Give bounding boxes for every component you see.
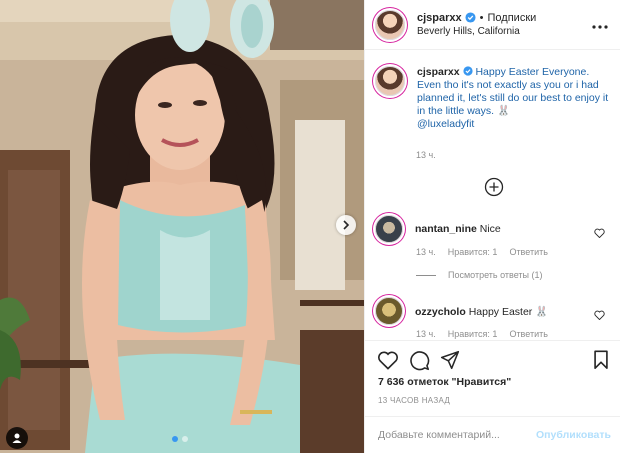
carousel-next-button[interactable] <box>336 215 356 235</box>
post-location[interactable]: Beverly Hills, California <box>417 25 536 39</box>
heart-outline-icon <box>594 310 605 321</box>
post-actions <box>365 340 620 380</box>
post-timestamp[interactable]: 13 ЧАСОВ НАЗАД <box>378 396 450 405</box>
view-replies-button[interactable]: Посмотреть ответы (1) <box>416 270 543 280</box>
carousel-dot-active <box>172 436 178 442</box>
like-comment-button[interactable] <box>594 225 605 243</box>
comment-likes[interactable]: Нравится: 1 <box>448 329 498 339</box>
comment-likes[interactable]: Нравится: 1 <box>448 247 498 257</box>
header-separator: • <box>479 11 484 24</box>
carousel-dot <box>182 436 188 442</box>
replies-divider <box>416 274 436 276</box>
commenter-username[interactable]: ozzycholo <box>415 306 466 318</box>
comment-item: nantan_nine Nice 13 ч. Нравится: 1 Ответ… <box>375 215 615 257</box>
caption: cjsparxx Happy Easter Everyone. Even tho… <box>375 66 615 131</box>
caption-username[interactable]: cjsparxx <box>417 66 460 78</box>
comment-input[interactable] <box>378 429 537 441</box>
heart-outline-icon <box>378 351 398 370</box>
caption-text: cjsparxx Happy Easter Everyone. Even tho… <box>417 66 615 131</box>
load-more-comments-button[interactable] <box>484 177 504 202</box>
save-button[interactable] <box>593 350 609 375</box>
likes-count[interactable]: 7 636 отметок "Нравится" <box>378 376 511 388</box>
like-button[interactable] <box>377 350 399 375</box>
comment-text: Nice <box>479 223 501 235</box>
post-header: cjsparxx • Подписки Beverly Hills, Calif… <box>365 0 620 50</box>
author-username[interactable]: cjsparxx <box>417 11 462 25</box>
commenter-username[interactable]: nantan_nine <box>415 223 477 235</box>
paper-plane-icon <box>440 350 460 370</box>
reply-button[interactable]: Ответить <box>509 247 547 257</box>
commenter-avatar[interactable] <box>375 297 403 325</box>
post-photo[interactable] <box>0 0 364 453</box>
comment-item: ozzycholo Happy Easter 🐰 13 ч. Нравится:… <box>375 297 615 339</box>
post-sidebar: cjsparxx • Подписки Beverly Hills, Calif… <box>364 0 620 453</box>
comment-bubble-icon <box>410 351 430 371</box>
carousel-indicator <box>172 436 188 442</box>
plus-circle-icon <box>484 177 504 197</box>
verified-badge-icon <box>465 12 476 23</box>
commenter-avatar[interactable] <box>375 215 403 243</box>
caption-avatar[interactable] <box>375 66 405 96</box>
tagged-user-button[interactable] <box>6 427 28 449</box>
more-options-button[interactable] <box>592 16 608 32</box>
following-button[interactable]: Подписки <box>488 11 537 25</box>
comment-button[interactable] <box>409 350 430 376</box>
reply-button[interactable]: Ответить <box>509 329 547 339</box>
comment-form: Опубликовать <box>365 416 620 453</box>
bookmark-icon <box>594 350 608 369</box>
comment-time[interactable]: 13 ч. <box>416 329 436 339</box>
photo-illustration <box>0 0 364 453</box>
more-horizontal-icon <box>592 25 608 29</box>
chevron-right-icon <box>343 220 350 230</box>
verified-badge-icon <box>462 66 473 76</box>
heart-outline-icon <box>594 228 605 239</box>
user-tag-icon <box>12 433 22 443</box>
author-avatar[interactable] <box>375 9 405 40</box>
view-replies-label: Посмотреть ответы (1) <box>448 270 543 280</box>
caption-time[interactable]: 13 ч. <box>416 150 436 160</box>
caption-mention[interactable]: @luxeladyfit <box>417 118 474 130</box>
publish-button[interactable]: Опубликовать <box>536 429 611 441</box>
comment-text: Happy Easter 🐰 <box>468 305 549 318</box>
like-comment-button[interactable] <box>594 307 605 325</box>
share-button[interactable] <box>440 350 460 375</box>
comment-time[interactable]: 13 ч. <box>416 247 436 257</box>
